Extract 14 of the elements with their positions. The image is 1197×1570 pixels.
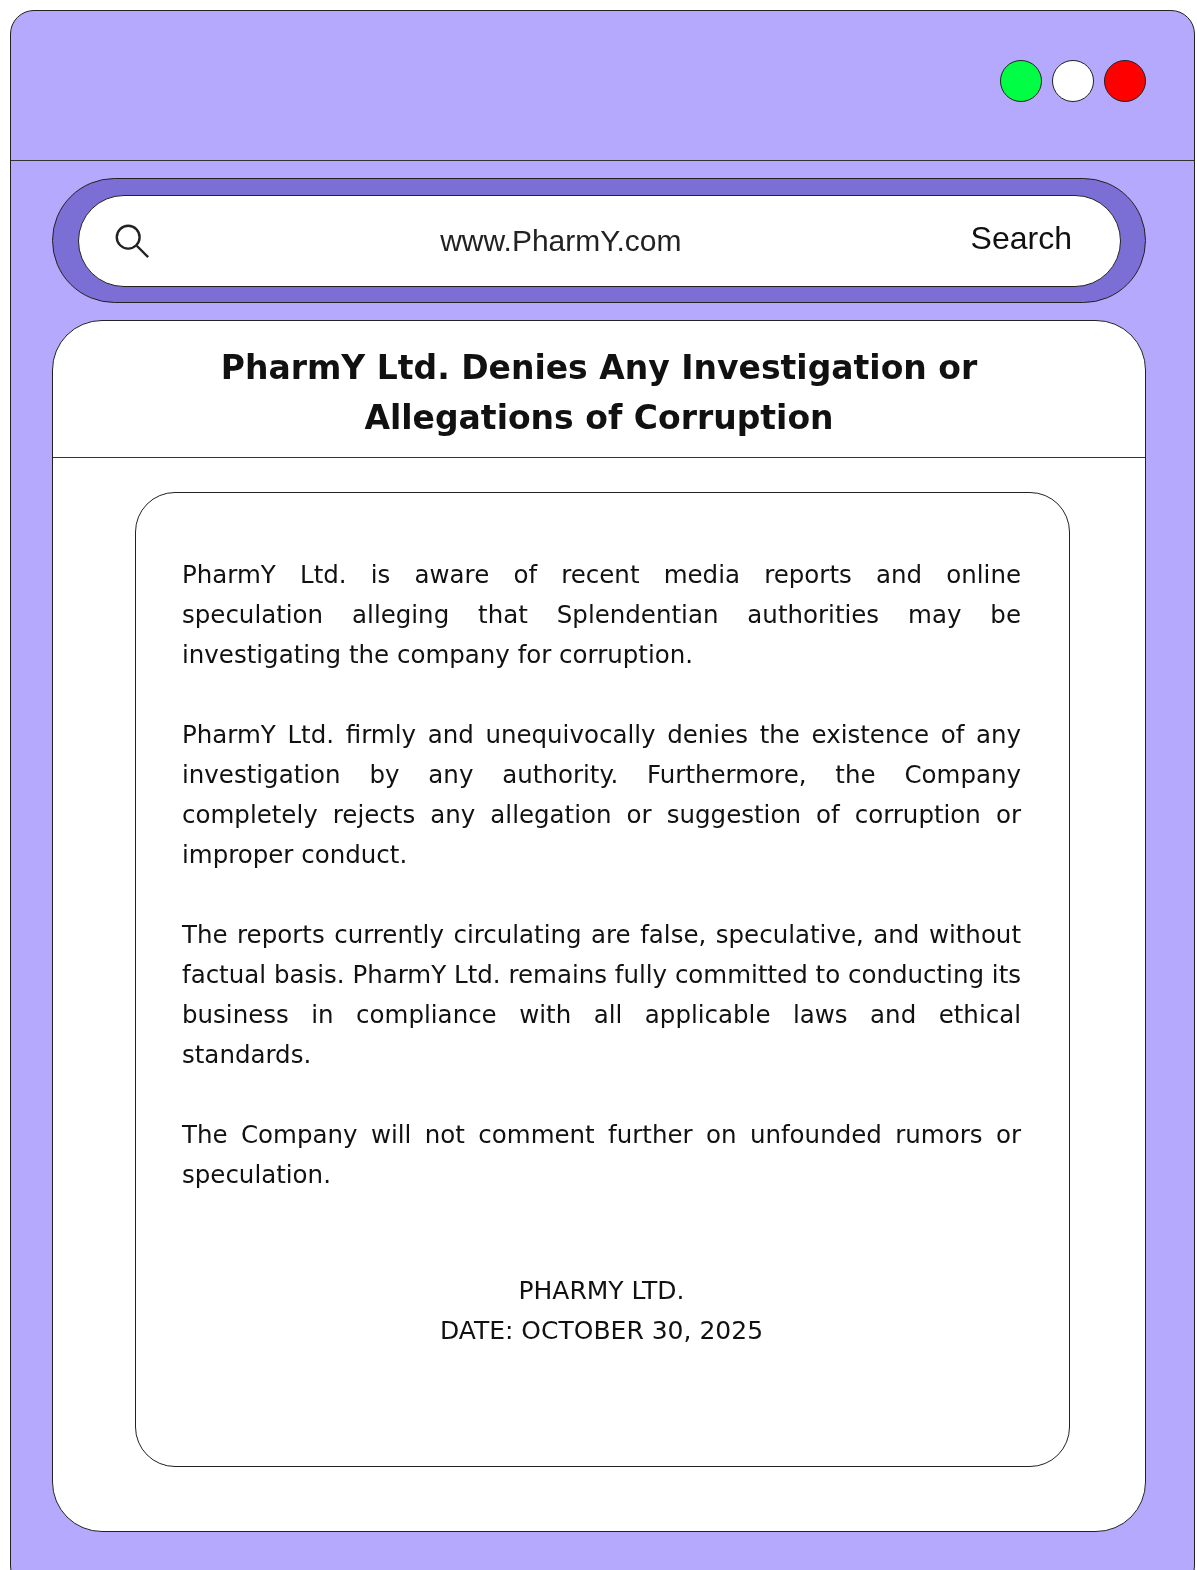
article-title: PharmY Ltd. Denies Any Investigation or Allegations of Corruption bbox=[219, 347, 979, 439]
statement-paragraph: The Company will not comment further on unfounded rumors or speculation. bbox=[182, 1119, 1021, 1191]
window-control[interactable] bbox=[1000, 59, 1042, 102]
statement-paragraph: The reports currently circulating are false, speculative, and without factual basis. PharmY Ltd. remains fully committed to conducting its business in compliance with all applicable laws and ethical standards. bbox=[182, 919, 1021, 1071]
address-bar[interactable]: www.PharmY.com Search bbox=[78, 195, 1121, 287]
signature-line: PHARMY LTD. bbox=[517, 1275, 686, 1307]
search-icon bbox=[113, 222, 151, 260]
statement-paragraph: PharmY Ltd. is aware of recent media reports and online speculation alleging that Splendentian authorities may be investigating the company for corruption. bbox=[182, 559, 1021, 671]
statement-paragraph: PharmY Ltd. firmly and unequivocally denies the existence of any investigation by any authority. Furthermore, the Company completely rejects any allegation or suggestion of corruption or improper conduct. bbox=[182, 719, 1021, 871]
url-text: www.PharmY.com bbox=[439, 224, 683, 258]
search-button[interactable]: Search bbox=[970, 219, 1072, 263]
window-control[interactable] bbox=[1104, 59, 1146, 102]
window-control[interactable] bbox=[1052, 59, 1094, 102]
signature-line: DATE: OCTOBER 30, 2025 bbox=[438, 1315, 765, 1347]
